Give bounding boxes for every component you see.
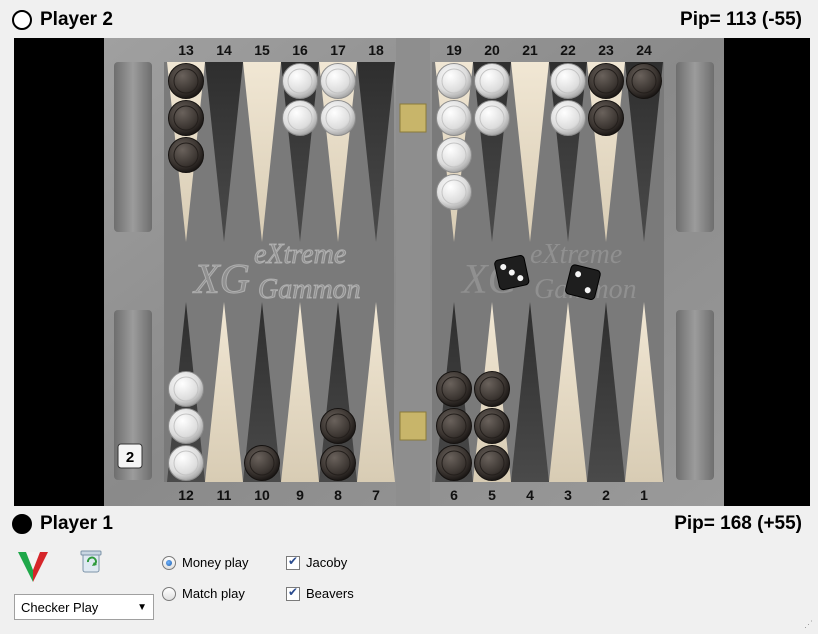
die-2[interactable] <box>565 264 601 301</box>
money-play-option[interactable]: Money play <box>162 555 248 570</box>
chevron-down-icon: ▼ <box>137 601 147 613</box>
left-bearoff-tray-top <box>114 62 152 232</box>
xg-logo-icon[interactable] <box>16 548 50 584</box>
point-number-8: 8 <box>334 487 342 503</box>
point-number-16: 16 <box>292 42 308 58</box>
doubling-cube-value: 2 <box>126 449 134 466</box>
point-number-13: 13 <box>178 42 194 58</box>
recycle-bin-icon[interactable] <box>80 548 102 574</box>
game-controls: Checker Play ▼ Money play Match play Jac… <box>0 540 818 634</box>
jacoby-label: Jacoby <box>306 555 348 570</box>
die-face <box>565 264 601 301</box>
doubling-cube[interactable]: 2 <box>117 443 143 469</box>
watermark-monogram-left: XG <box>192 257 250 303</box>
beavers-option[interactable]: Beavers <box>286 585 354 601</box>
player2-header: Player 2 Pip= 113 (-55) <box>12 6 802 34</box>
watermark-line1-left: eXtreme <box>254 239 346 270</box>
player2-color-indicator <box>12 10 32 30</box>
player2-name: Player 2 <box>40 9 113 30</box>
jacoby-checkbox[interactable] <box>286 554 300 570</box>
money-play-label: Money play <box>182 555 249 570</box>
point-number-5: 5 <box>488 487 496 503</box>
match-play-label: Match play <box>182 586 245 601</box>
point-number-2: 2 <box>602 487 610 503</box>
player1-color-indicator <box>12 514 32 534</box>
point-number-20: 20 <box>484 42 500 58</box>
point-number-12: 12 <box>178 487 194 503</box>
beavers-label: Beavers <box>306 586 354 601</box>
point-number-21: 21 <box>522 42 538 58</box>
point-number-22: 22 <box>560 42 576 58</box>
point-number-11: 11 <box>217 487 232 503</box>
resize-grip-icon[interactable]: ⋰ <box>804 619 813 630</box>
point-number-15: 15 <box>254 42 270 58</box>
bar-hinge-top <box>399 103 427 133</box>
point-number-24: 24 <box>636 42 652 58</box>
watermark-line2-left: Gammon <box>258 274 361 305</box>
point-number-10: 10 <box>254 487 270 503</box>
point-number-9: 9 <box>296 487 304 503</box>
player1-pip-count: Pip= 168 (+55) <box>674 513 802 534</box>
match-play-option[interactable]: Match play <box>162 586 245 601</box>
point-number-14: 14 <box>216 42 232 58</box>
point-number-3: 3 <box>564 487 572 503</box>
point-number-19: 19 <box>446 42 462 58</box>
point-number-1: 1 <box>640 487 648 503</box>
point-number-4: 4 <box>526 487 534 503</box>
bar-hinge-bottom <box>399 411 427 441</box>
right-bearoff-tray-bottom <box>676 310 714 480</box>
point-number-7: 7 <box>372 487 380 503</box>
money-play-radio[interactable] <box>162 555 176 570</box>
match-play-radio[interactable] <box>162 586 176 601</box>
player1-name: Player 1 <box>40 513 113 534</box>
jacoby-option[interactable]: Jacoby <box>286 554 348 570</box>
right-bearoff-tray-top <box>676 62 714 232</box>
point-number-17: 17 <box>330 42 346 58</box>
point-number-23: 23 <box>598 42 614 58</box>
point-number-6: 6 <box>450 487 458 503</box>
die-1[interactable] <box>494 255 530 291</box>
play-mode-select-value: Checker Play <box>21 599 99 615</box>
backgammon-board[interactable]: XG eXtreme Gammon XG eXtreme Gammon 1312… <box>14 38 810 506</box>
point-number-18: 18 <box>368 42 384 58</box>
player2-pip-count: Pip= 113 (-55) <box>680 9 802 30</box>
play-mode-select[interactable]: Checker Play ▼ <box>14 594 154 620</box>
beavers-checkbox[interactable] <box>286 585 300 601</box>
player1-header: Player 1 Pip= 168 (+55) <box>12 510 802 538</box>
